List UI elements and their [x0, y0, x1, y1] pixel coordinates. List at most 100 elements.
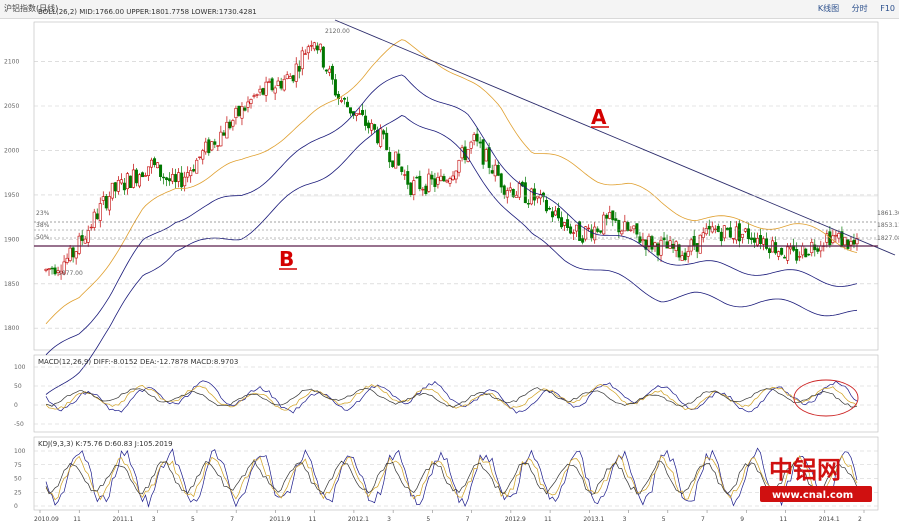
candle-body — [137, 174, 141, 187]
candle-body — [125, 173, 129, 190]
candle-body — [716, 225, 720, 232]
candle-body — [650, 236, 654, 250]
x-tick-label: 11 — [309, 516, 317, 523]
candle-body — [379, 128, 383, 147]
candle-body — [270, 78, 274, 91]
candle-body — [427, 173, 431, 192]
candle-body — [297, 66, 301, 72]
candle-body — [159, 164, 163, 177]
candle-body — [632, 225, 636, 230]
candle-body — [777, 251, 781, 257]
candle-body — [177, 172, 181, 182]
candle-body — [261, 88, 265, 95]
candle-body — [472, 134, 476, 141]
candle-body — [333, 79, 337, 96]
candle-body — [303, 53, 307, 55]
candle-body — [451, 175, 455, 181]
y-tick-label: 1950 — [4, 192, 19, 199]
candle-body — [415, 176, 419, 179]
candle-body — [237, 105, 241, 116]
x-tick-label: 11 — [780, 516, 788, 523]
x-tick-label: 2011.1 — [112, 516, 133, 523]
candle-body — [608, 212, 612, 219]
candle-body — [843, 236, 847, 246]
candle-body — [385, 132, 389, 150]
candle-body — [798, 256, 802, 258]
y-tick-label: 2100 — [4, 59, 19, 66]
candle-body — [765, 238, 769, 249]
candle-body — [210, 141, 214, 151]
candle-body — [635, 223, 639, 235]
candle-body — [140, 172, 144, 178]
candle-body — [243, 107, 247, 111]
candle-body — [665, 241, 669, 249]
x-tick-label: 2012.9 — [505, 516, 526, 523]
candle-body — [74, 251, 78, 259]
candle-body — [731, 237, 735, 240]
candle-body — [526, 203, 530, 205]
candle-body — [816, 248, 820, 252]
candle-body — [722, 225, 726, 239]
candle-body — [348, 107, 352, 114]
x-tick-label: 5 — [191, 516, 195, 523]
candle-body — [309, 45, 313, 47]
candle-body — [345, 101, 349, 108]
candle-body — [783, 256, 787, 259]
x-tick-label: 3 — [387, 516, 391, 523]
candle-body — [330, 65, 334, 80]
x-tick-label: 9 — [740, 516, 744, 523]
candle-body — [620, 230, 624, 235]
candle-body — [496, 164, 500, 176]
candle-body — [327, 68, 331, 73]
candle-body — [321, 46, 325, 68]
candle-body — [113, 182, 117, 192]
candle-body — [638, 236, 642, 243]
annotation-a: A — [591, 105, 607, 129]
candle-body — [162, 176, 166, 179]
candle-body — [695, 243, 699, 252]
candle-body — [487, 147, 491, 168]
watermark-brand: 中铝网 — [769, 456, 841, 484]
candle-body — [156, 162, 160, 169]
candle-body — [370, 123, 374, 131]
candle-body — [623, 221, 627, 232]
candle-body — [282, 78, 286, 91]
macd-tick-label: 100 — [14, 364, 26, 371]
candle-body — [581, 238, 585, 243]
macd-tick-label: 0 — [14, 402, 18, 409]
candle-body — [92, 211, 96, 228]
candle-body — [481, 139, 485, 165]
boll-header: BOLL(26,2) MID:1766.00 UPPER:1801.7758 L… — [38, 8, 257, 16]
candle-body — [460, 147, 464, 159]
candle-body — [361, 110, 365, 115]
candle-body — [550, 211, 554, 218]
kdj-tick-label: 0 — [14, 503, 18, 510]
candle-body — [128, 175, 132, 188]
candle-body — [122, 182, 126, 191]
candle-body — [707, 225, 711, 230]
highlight-circle — [793, 379, 859, 417]
candle-body — [285, 74, 289, 79]
candle-body — [475, 133, 479, 142]
candle-body — [394, 151, 398, 169]
candle-body — [339, 99, 343, 102]
candle-body — [267, 81, 271, 83]
candle-body — [668, 240, 672, 249]
candle-body — [110, 182, 114, 199]
candle-body — [469, 141, 473, 149]
candle-body — [725, 227, 729, 231]
boll-lower-line — [45, 115, 858, 395]
candle-body — [95, 213, 99, 220]
candle-body — [68, 247, 72, 261]
candle-body — [737, 223, 741, 242]
candle-body — [755, 237, 759, 246]
candle-body — [306, 46, 310, 54]
candle-body — [391, 160, 395, 167]
candle-body — [409, 182, 413, 196]
candle-body — [116, 180, 120, 192]
candle-body — [358, 113, 362, 115]
fib-pct-label: 23% — [36, 210, 50, 217]
candle-body — [683, 252, 687, 261]
candle-body — [680, 255, 684, 261]
candle-body — [484, 149, 488, 162]
